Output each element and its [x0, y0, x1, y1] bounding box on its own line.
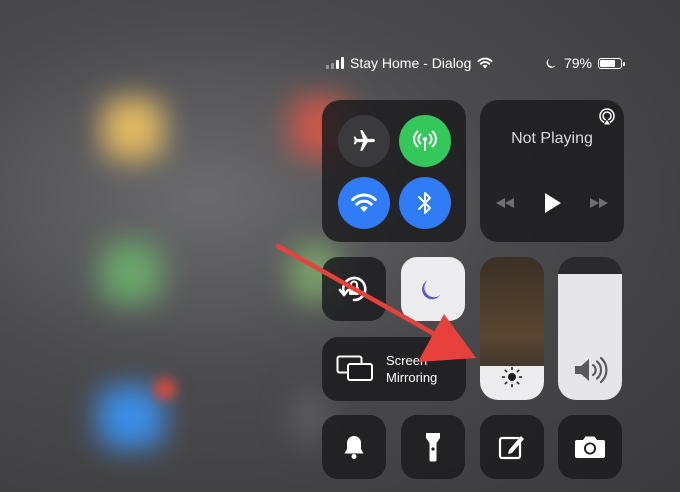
moon-status-icon: [546, 58, 556, 68]
signal-bars-icon: [326, 57, 344, 69]
airplane-mode-button[interactable]: [338, 115, 390, 167]
airplay-icon[interactable]: [598, 108, 616, 126]
battery-icon: [598, 57, 625, 69]
bell-icon: [344, 436, 364, 459]
screen-mirroring-label-line2: Mirroring: [386, 370, 438, 385]
bluetooth-icon: [418, 192, 431, 214]
rotation-lock-button[interactable]: [322, 257, 386, 321]
blurred-app-icon: [98, 386, 164, 448]
camera-icon: [575, 436, 605, 458]
now-playing-module[interactable]: Not Playing: [480, 100, 624, 242]
wifi-icon: [351, 193, 377, 212]
camera-button[interactable]: [558, 415, 622, 479]
status-bar: Stay Home - Dialog 79%: [326, 52, 625, 74]
volume-slider[interactable]: [558, 257, 622, 400]
notes-button[interactable]: [480, 415, 544, 479]
play-icon[interactable]: [542, 192, 562, 214]
silent-mode-button[interactable]: [322, 415, 386, 479]
flashlight-button[interactable]: [401, 415, 465, 479]
cellular-antenna-icon: [413, 130, 437, 151]
fast-forward-icon[interactable]: [588, 196, 610, 210]
connectivity-module: [322, 100, 466, 242]
blurred-badge: [154, 378, 176, 400]
blurred-app-icon: [100, 242, 162, 304]
wifi-button[interactable]: [338, 177, 390, 229]
now-playing-title: Not Playing: [511, 130, 593, 147]
carrier-group: Stay Home - Dialog: [326, 55, 493, 71]
carrier-name: Stay Home - Dialog: [350, 55, 472, 71]
blurred-app-icon: [102, 98, 164, 160]
rewind-icon[interactable]: [494, 196, 516, 210]
rotation-lock-icon: [338, 276, 367, 302]
flashlight-icon: [426, 433, 440, 462]
moon-icon: [422, 280, 441, 300]
speaker-volume-icon: [575, 356, 608, 384]
bluetooth-button[interactable]: [399, 177, 451, 229]
do-not-disturb-button[interactable]: [401, 257, 465, 321]
screen-mirroring-icon: [336, 355, 373, 381]
brightness-slider[interactable]: [480, 257, 544, 400]
wifi-status-icon: [477, 57, 493, 69]
battery-percent: 79%: [563, 55, 592, 71]
screen-mirroring-button[interactable]: Screen Mirroring: [322, 337, 466, 401]
brightness-icon: [501, 366, 523, 388]
screen-mirroring-label-line1: Screen: [386, 353, 428, 368]
status-right-group: 79%: [546, 55, 625, 71]
cellular-data-button[interactable]: [399, 115, 451, 167]
notes-icon: [498, 436, 524, 460]
airplane-icon: [353, 130, 375, 151]
